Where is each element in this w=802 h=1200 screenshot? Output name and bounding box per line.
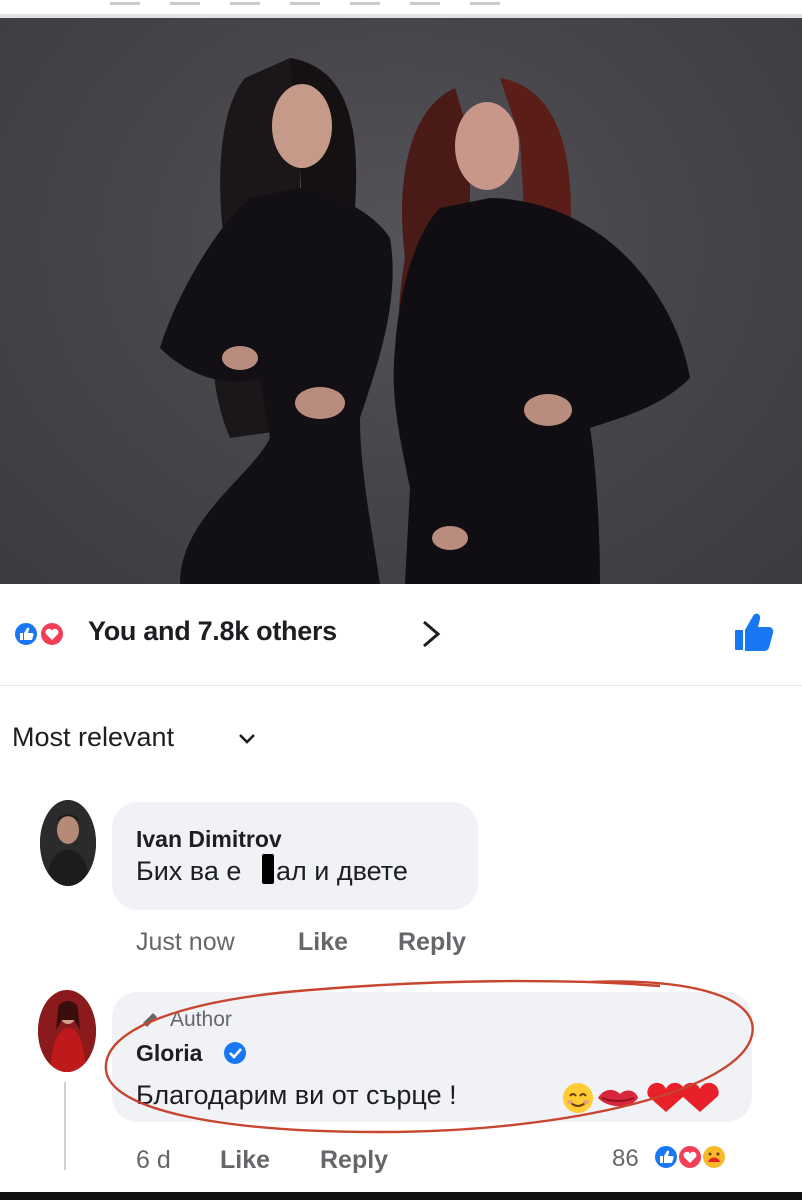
photo-illustration: [160, 58, 690, 584]
comment-text-part: ал и двете: [276, 856, 408, 886]
bottom-edge: [0, 1192, 802, 1200]
avatar-photo: [40, 800, 96, 886]
post-photo[interactable]: [0, 18, 802, 584]
chevron-down-icon[interactable]: [238, 732, 256, 746]
comment-sort-dropdown[interactable]: Most relevant: [12, 722, 174, 753]
comment-time[interactable]: 6 d: [136, 1146, 171, 1175]
care-reaction-icon: [701, 1144, 727, 1170]
reply-link[interactable]: Reply: [398, 928, 466, 957]
thread-line: [64, 1082, 66, 1170]
author-badge: Author: [170, 1008, 232, 1031]
like-link[interactable]: Like: [220, 1146, 270, 1175]
top-strip: [0, 0, 802, 18]
kiss-mark-emoji: [598, 1089, 638, 1107]
comment-text: Благодарим ви от сърце !: [136, 1080, 457, 1110]
like-button-icon[interactable]: [733, 610, 775, 654]
heart-emoji: [681, 1082, 719, 1112]
pencil-icon: [141, 1013, 157, 1029]
avatar-photo: [38, 990, 96, 1072]
comment-author-name[interactable]: Ivan Dimitrov: [136, 826, 282, 853]
like-link[interactable]: Like: [298, 928, 348, 957]
smiling-face-emoji: [563, 1083, 593, 1113]
reaction-icons[interactable]: [650, 1142, 760, 1172]
reaction-count[interactable]: 86: [612, 1145, 639, 1173]
reactions-summary[interactable]: You and 7.8k others: [88, 616, 337, 647]
heart-emoji: [647, 1082, 685, 1112]
emoji-row: [563, 1082, 719, 1113]
avatar[interactable]: [40, 800, 96, 886]
cut-off-text: [110, 2, 530, 5]
censor-mark: [262, 854, 274, 884]
comment-time[interactable]: Just now: [136, 928, 235, 957]
reaction-icons[interactable]: [12, 620, 76, 648]
verified-badge-icon: [224, 1042, 246, 1064]
comment-author-name[interactable]: Gloria: [136, 1040, 202, 1067]
comment-text-part: Бих ва е: [136, 856, 242, 886]
reply-link[interactable]: Reply: [320, 1146, 388, 1175]
avatar[interactable]: [38, 990, 96, 1072]
chevron-right-icon[interactable]: [418, 618, 444, 650]
